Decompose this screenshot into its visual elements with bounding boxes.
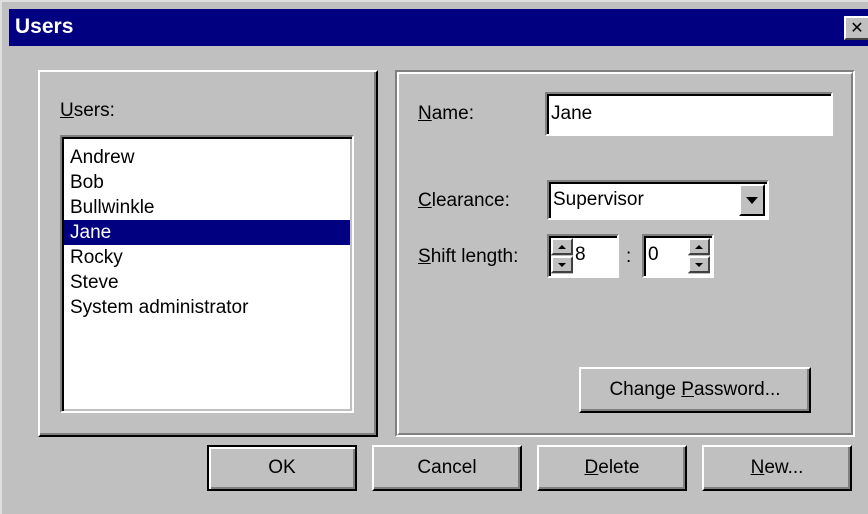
shift-hours-value: 8	[575, 244, 586, 265]
cancel-label: Cancel	[417, 457, 477, 478]
list-item[interactable]: Bullwinkle	[64, 195, 350, 220]
delete-button[interactable]: Delete	[537, 445, 687, 491]
list-item[interactable]: Bob	[64, 170, 350, 195]
dropdown-button[interactable]	[739, 184, 765, 216]
list-item[interactable]: Rocky	[64, 245, 350, 270]
list-item[interactable]: Jane	[64, 220, 350, 245]
close-button[interactable]: ✕	[844, 16, 868, 40]
list-item[interactable]: Andrew	[64, 145, 350, 170]
clearance-value: Supervisor	[553, 189, 644, 210]
minutes-spinner[interactable]	[688, 238, 710, 274]
shift-length-label: Shift length:	[418, 246, 519, 267]
close-icon: ✕	[850, 18, 864, 37]
arrow-down-icon	[558, 262, 566, 267]
hours-spinner[interactable]	[551, 238, 573, 274]
arrow-up-icon	[558, 244, 566, 249]
clearance-dropdown[interactable]: Supervisor	[547, 180, 769, 220]
arrow-up-icon	[695, 244, 703, 249]
shift-minutes-field[interactable]: 0	[642, 234, 714, 278]
users-listbox[interactable]: Andrew Bob Bullwinkle Jane Rocky Steve System …	[60, 135, 354, 413]
change-password-button[interactable]: Change Password...	[579, 367, 811, 413]
hours-up-button[interactable]	[551, 238, 573, 255]
name-label: Name:	[418, 103, 474, 124]
shift-separator: :	[626, 246, 632, 267]
chevron-down-icon	[746, 196, 758, 204]
name-field[interactable]: Jane	[545, 92, 833, 136]
cancel-button[interactable]: Cancel	[372, 445, 522, 491]
shift-hours-field[interactable]: 8	[547, 234, 619, 278]
title-bar[interactable]: Users ✕	[9, 9, 868, 46]
list-item[interactable]: System administrator	[64, 295, 350, 320]
list-item[interactable]: Steve	[64, 270, 350, 295]
new-button[interactable]: New...	[702, 445, 852, 491]
arrow-down-icon	[695, 262, 703, 267]
users-dialog: Users ✕ Users: Andrew Bob Bullwinkle Jane Ro…	[0, 0, 868, 514]
users-label: Users:	[60, 100, 115, 121]
window-title: Users	[15, 15, 74, 38]
hours-down-button[interactable]	[551, 256, 573, 273]
minutes-down-button[interactable]	[688, 256, 710, 273]
name-value: Jane	[551, 103, 593, 124]
minutes-up-button[interactable]	[688, 238, 710, 255]
shift-minutes-value: 0	[648, 244, 659, 265]
ok-button[interactable]: OK	[207, 445, 357, 491]
clearance-label: Clearance:	[418, 190, 510, 211]
ok-label: OK	[268, 457, 296, 478]
